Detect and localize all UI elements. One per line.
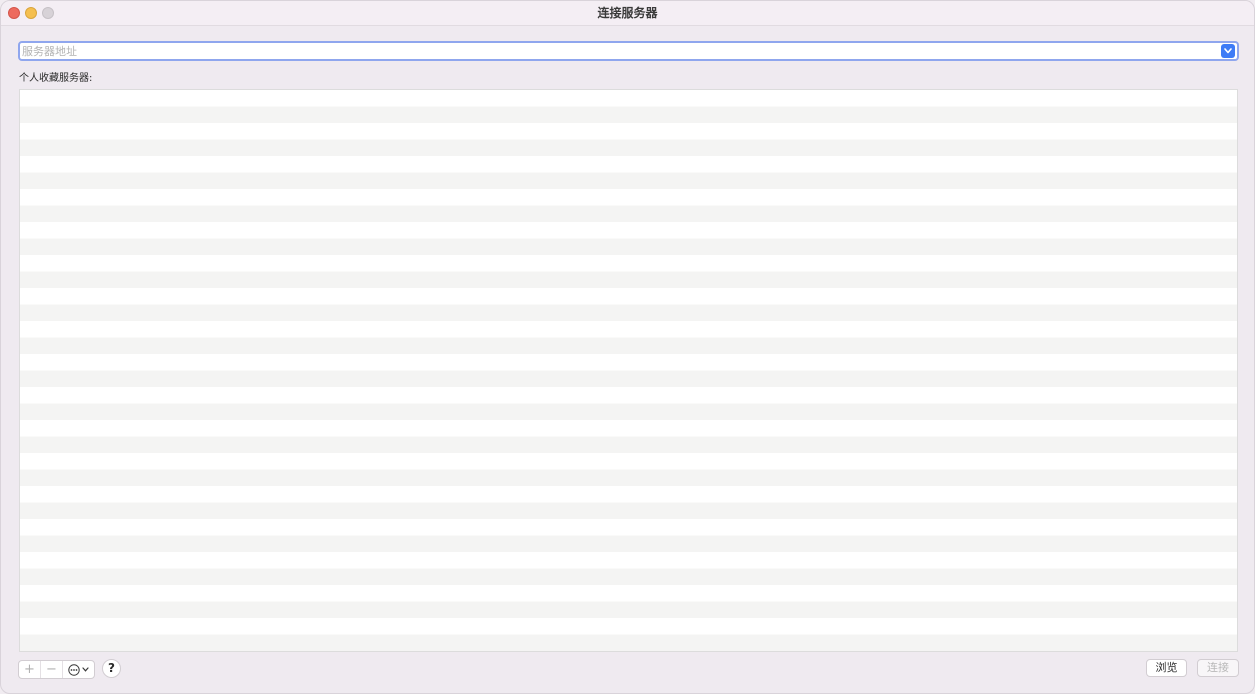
server-address-combobox[interactable] [18,41,1239,61]
favorite-servers-list[interactable] [19,89,1238,652]
favorite-servers-label: 个人收藏服务器: [19,73,93,84]
favorites-edit-controls: + − [18,660,95,679]
ellipsis-circle-icon [68,663,80,676]
remove-favorite-button[interactable]: − [40,661,62,678]
help-button[interactable]: ? [102,659,121,678]
browse-button[interactable]: 浏览 [1146,659,1187,677]
add-favorite-button[interactable]: + [19,661,40,678]
plus-icon: + [24,662,35,677]
window-title: 连接服务器 [597,6,658,20]
chevron-down-icon [82,667,89,672]
server-address-input[interactable] [22,43,1217,59]
connect-to-server-window: 连接服务器 个人收藏服务器: + − ? [0,0,1255,694]
title-bar: 连接服务器 [1,1,1254,26]
address-history-dropdown-button[interactable] [1221,44,1235,58]
minus-icon: − [46,662,57,677]
connect-button[interactable]: 连接 [1197,659,1239,677]
more-actions-menu-button[interactable] [62,661,94,678]
chevron-down-icon [1224,48,1232,54]
